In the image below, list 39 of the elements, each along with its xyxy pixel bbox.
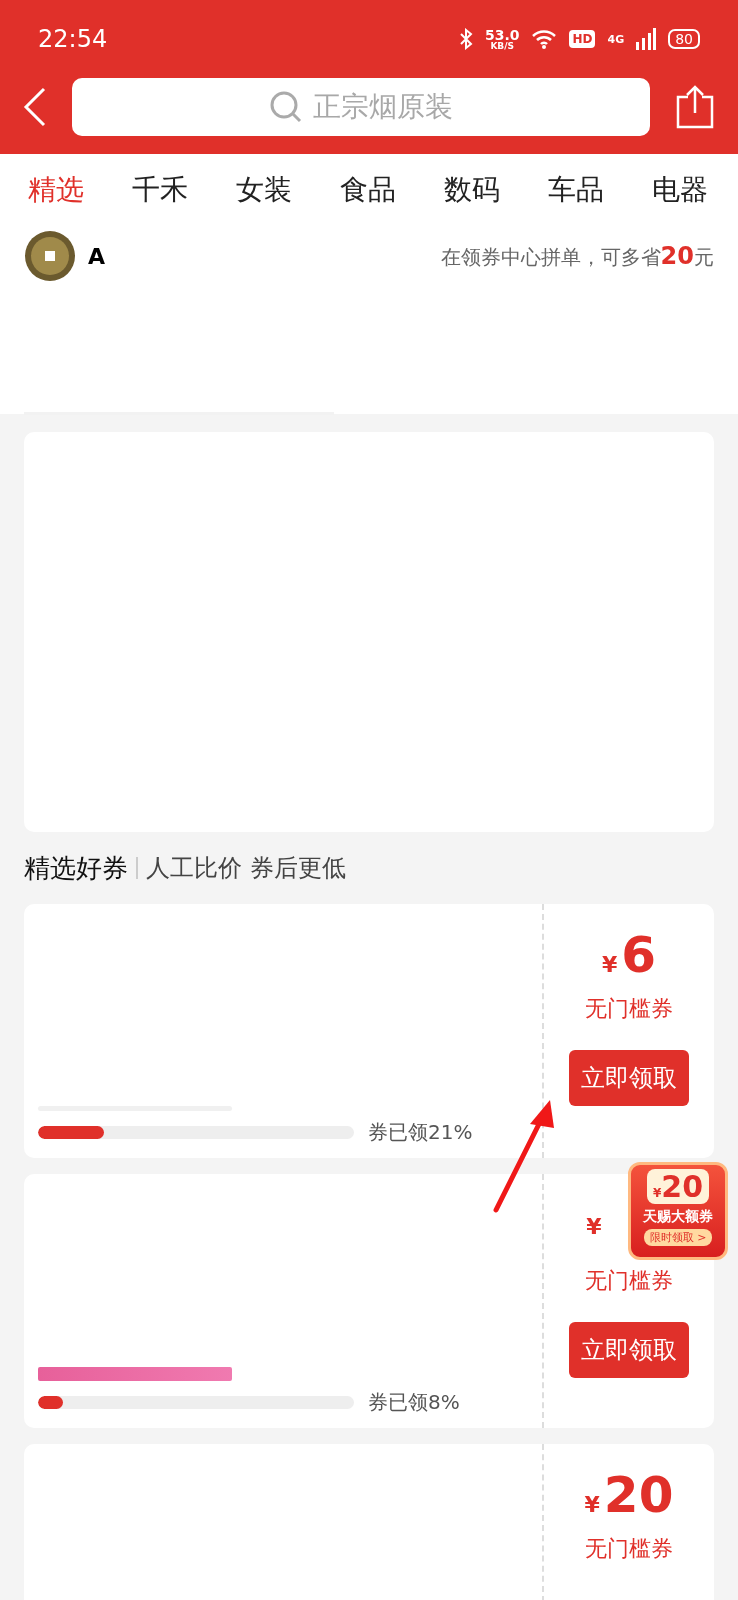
- coupon-type: 无门槛券: [585, 995, 673, 1023]
- section-subtitle: 人工比价 券后更低: [146, 853, 346, 884]
- coupon-amount: 20: [603, 1466, 674, 1524]
- badge-title: 天赐大额券: [643, 1208, 713, 1226]
- promo-text[interactable]: 在领券中心拼单，可多省20元: [440, 241, 714, 271]
- wifi-icon: [531, 29, 558, 49]
- signal-icon: [636, 28, 657, 50]
- claimed-text: 券已领8%: [368, 1389, 460, 1416]
- category-tab[interactable]: 数码: [444, 171, 500, 209]
- hd-indicator: HD: [569, 30, 596, 48]
- badge-action: 限时领取 >: [643, 1229, 713, 1246]
- claimed-text: 券已领21%: [368, 1119, 473, 1146]
- category-tab[interactable]: 千禾: [132, 171, 188, 209]
- coupon-type: 无门槛券: [585, 1535, 673, 1563]
- network-speed: 53.0 KB/S: [484, 27, 520, 51]
- badge-amount: ¥20: [646, 1169, 710, 1204]
- claim-button[interactable]: 立即领取: [569, 1322, 689, 1378]
- share-icon[interactable]: [676, 85, 714, 129]
- category-tab[interactable]: 食品: [340, 171, 396, 209]
- search-icon: [269, 90, 303, 124]
- claim-button[interactable]: 立即领取: [569, 1050, 689, 1106]
- coupon-type: 无门槛券: [585, 1267, 673, 1295]
- category-tab[interactable]: 精选: [28, 171, 84, 209]
- network-type: 4G: [607, 32, 625, 46]
- coupon-amount: 6: [621, 926, 657, 984]
- currency-sign: ¥: [601, 952, 618, 977]
- user-name: A: [88, 243, 107, 269]
- category-tab[interactable]: 电器: [652, 171, 708, 209]
- currency-sign: ¥: [584, 1492, 600, 1517]
- promo-badge[interactable]: ¥20 天赐大额券 限时领取 >: [628, 1162, 728, 1260]
- clock: 22:54: [38, 25, 109, 53]
- category-tab[interactable]: 车品: [548, 171, 604, 209]
- section-title: 精选好券: [24, 851, 128, 885]
- battery-indicator: 80: [668, 29, 700, 49]
- currency-sign: ¥: [586, 1213, 602, 1239]
- bluetooth-icon: [458, 28, 473, 50]
- back-icon[interactable]: [22, 87, 46, 127]
- coin-icon: [24, 230, 76, 282]
- category-tab[interactable]: 女装: [236, 171, 292, 209]
